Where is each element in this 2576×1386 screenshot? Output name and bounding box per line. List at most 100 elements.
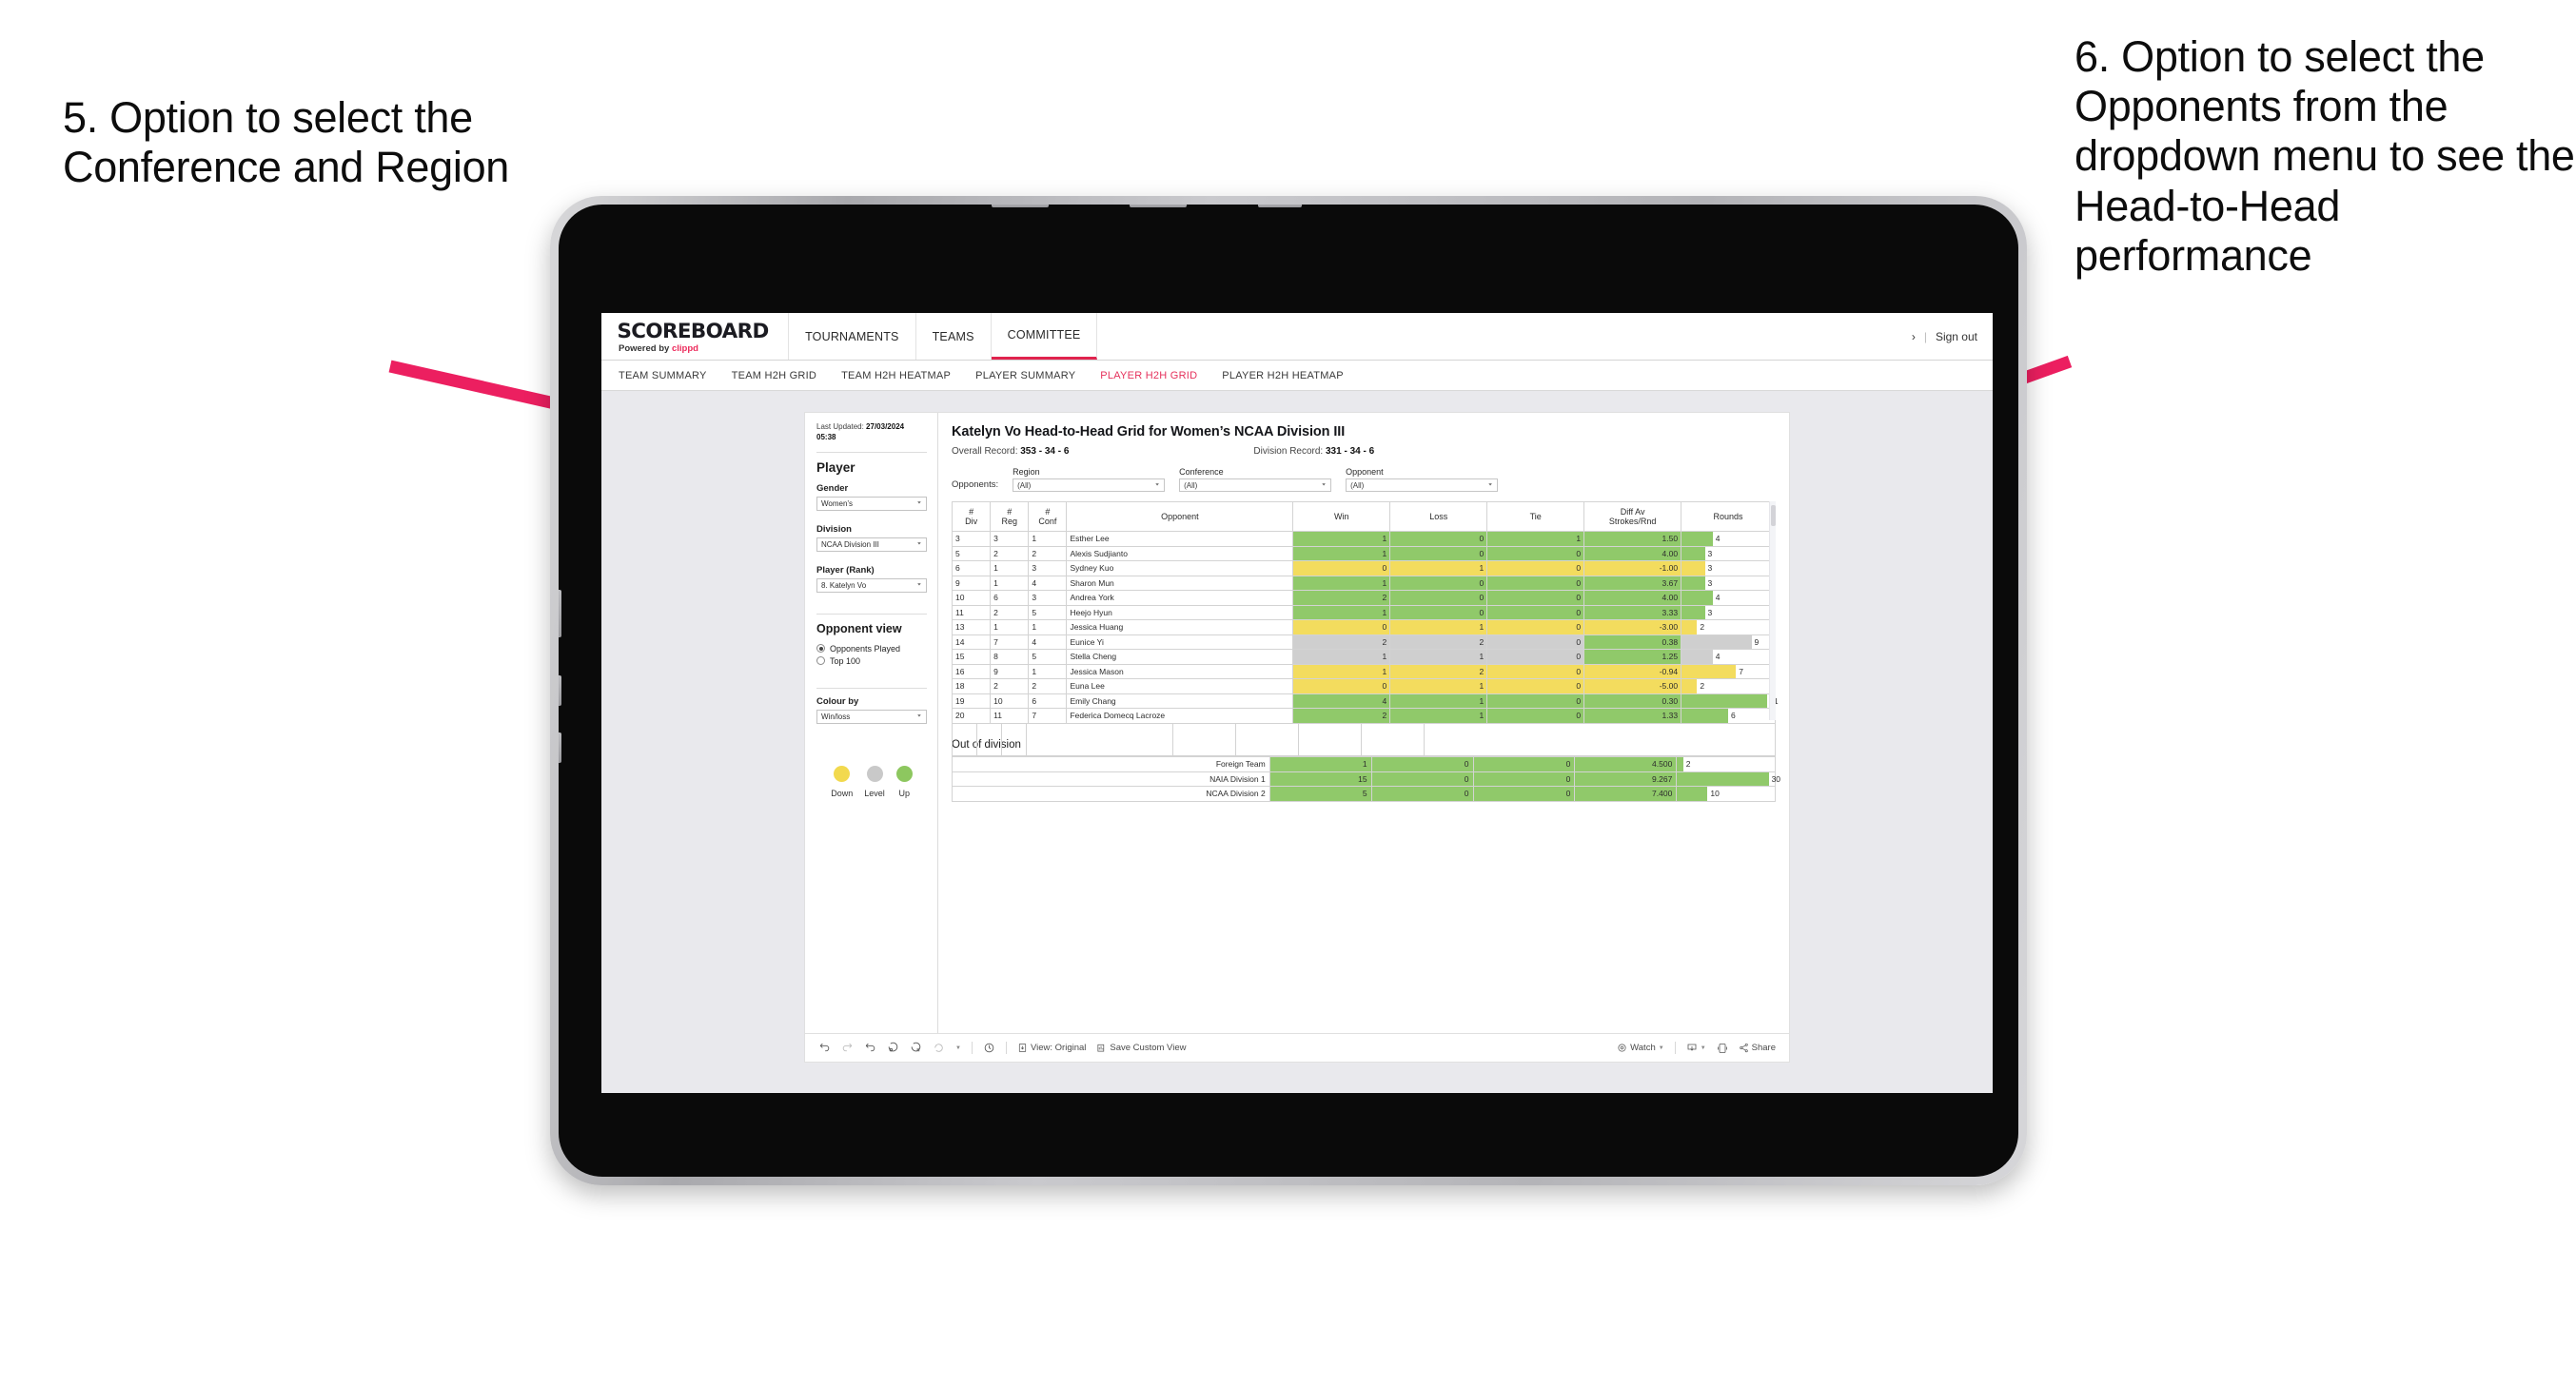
sub-navigation-bar: TEAM SUMMARY TEAM H2H GRID TEAM H2H HEAT…: [601, 361, 1993, 391]
table-row[interactable]: 18 2 2 Euna Lee 0 1 0 -5.00 2: [951, 678, 1776, 694]
subnav-item-team-h2h-grid[interactable]: TEAM H2H GRID: [732, 370, 816, 381]
cell-ood-tie: 0: [1472, 771, 1576, 787]
revert-icon[interactable]: [864, 1042, 876, 1054]
subnav-item-team-h2h-heatmap[interactable]: TEAM H2H HEATMAP: [841, 370, 951, 381]
player-rank-select[interactable]: 8. Katelyn Vo ▼: [816, 577, 927, 593]
cell-reg: 7: [990, 634, 1030, 650]
division-select[interactable]: NCAA Division III ▼: [816, 537, 927, 552]
download-icon: [1686, 1043, 1698, 1054]
colour-by-value: Win/loss: [821, 712, 851, 721]
topnav-separator: |: [1923, 329, 1927, 343]
history-icon[interactable]: [983, 1042, 995, 1054]
cell-loss: 2: [1389, 663, 1488, 679]
legend-label-down: Down: [831, 788, 854, 798]
share-button[interactable]: Share: [1739, 1043, 1776, 1053]
topnav-item-tournaments[interactable]: TOURNAMENTS: [789, 313, 916, 360]
table-row[interactable]: 10 6 3 Andrea York 2 0 0 4.00 4: [951, 590, 1776, 606]
cell-tie: 0: [1486, 678, 1585, 694]
filter-conference: Conference (All) ▼: [1179, 467, 1332, 492]
table-scrollbar-thumb[interactable]: [1771, 505, 1776, 526]
loop-icon[interactable]: [933, 1042, 945, 1054]
chevron-right-icon[interactable]: ›: [1912, 330, 1916, 343]
divider: [1005, 1042, 1007, 1054]
table-row[interactable]: 14 7 4 Eunice Yi 2 2 0 0.38 9: [951, 634, 1776, 650]
pause-icon[interactable]: [910, 1042, 922, 1054]
save-custom-view-button[interactable]: Save Custom View: [1096, 1043, 1186, 1053]
h2h-table-wrapper: # Div # Reg # Conf Opponent Win Loss Tie Di…: [951, 501, 1779, 756]
brand-subtitle: Powered by clippd: [619, 343, 767, 354]
cell-tie: 0: [1486, 693, 1585, 709]
redo-icon[interactable]: [841, 1042, 854, 1054]
rounds-value: 3: [1707, 563, 1713, 574]
view-original-button[interactable]: View: Original: [1017, 1043, 1086, 1053]
cell-opponent: Euna Lee: [1066, 678, 1294, 694]
table-row[interactable]: 3 3 1 Esther Lee 1 0 1 1.50 4: [951, 531, 1776, 547]
topnav-item-teams[interactable]: TEAMS: [916, 313, 992, 360]
col-diff: Diff Av Strokes/Rnd: [1583, 501, 1682, 532]
legend-item-level: Level: [864, 765, 885, 798]
table-scrollbar[interactable]: [1769, 501, 1776, 720]
filter-region-select[interactable]: (All) ▼: [1013, 478, 1166, 492]
rounds-value: 3: [1707, 548, 1713, 558]
table-row[interactable]: 5 2 2 Alexis Sudjianto 1 0 0 4.00 3: [951, 545, 1776, 561]
division-record-value: 331 - 34 - 6: [1326, 446, 1375, 457]
out-of-division-row[interactable]: Foreign Team 1 0 0 4.500 2: [952, 756, 1776, 772]
table-row[interactable]: 20 11 7 Federica Domecq Lacroze 2 1 0 1.33 6: [951, 708, 1776, 724]
filter-opponent-select[interactable]: (All) ▼: [1346, 478, 1499, 492]
cell-loss: 1: [1389, 619, 1488, 635]
cell-div: 18: [951, 678, 992, 694]
radio-opponents-played[interactable]: Opponents Played: [816, 644, 927, 654]
view-original-label: View: Original: [1030, 1043, 1087, 1053]
cell-conf: 7: [1028, 708, 1068, 724]
table-row[interactable]: 16 9 1 Jessica Mason 1 2 0 -0.94 7: [951, 663, 1776, 679]
cell-reg: 1: [990, 560, 1030, 576]
legend-item-up: Up: [895, 765, 913, 798]
cell-ood-tie: 0: [1472, 756, 1576, 772]
topnav-item-committee[interactable]: COMMITTEE: [991, 313, 1098, 360]
subnav-item-player-h2h-grid[interactable]: PLAYER H2H GRID: [1100, 370, 1197, 381]
cell-div: 6: [951, 560, 992, 576]
fullscreen-icon[interactable]: [1717, 1043, 1728, 1054]
table-row[interactable]: 11 2 5 Heejo Hyun 1 0 0 3.33 3: [951, 604, 1776, 620]
chevron-down-icon: ▼: [916, 583, 922, 588]
refresh-icon[interactable]: [887, 1042, 899, 1054]
download-button[interactable]: ▼: [1686, 1043, 1706, 1054]
filter-conference-label: Conference: [1179, 467, 1224, 477]
table-row[interactable]: 15 8 5 Stella Cheng 1 1 0 1.25 4: [951, 649, 1776, 665]
cell-div: 14: [951, 634, 992, 650]
sign-out-link[interactable]: Sign out: [1936, 330, 1977, 343]
table-row[interactable]: 9 1 4 Sharon Mun 1 0 0 3.67 3: [951, 575, 1776, 591]
table-row[interactable]: 13 1 1 Jessica Huang 0 1 0 -3.00 2: [951, 619, 1776, 635]
brand-logo[interactable]: SCOREBOARD Powered by clippd: [601, 313, 790, 360]
rounds-value: 4: [1715, 593, 1721, 603]
filters-row: Opponents: Region (All) ▼ Conference (Al…: [952, 467, 1776, 492]
cell-ood-rounds: 2: [1676, 756, 1776, 772]
cell-conf: 5: [1028, 604, 1068, 620]
radio-top-100[interactable]: Top 100: [816, 656, 927, 666]
cell-win: 2: [1292, 708, 1391, 724]
gender-select[interactable]: Women’s ▼: [816, 496, 927, 511]
out-of-division-row[interactable]: NCAA Division 2 5 0 0 7.400 10: [952, 786, 1776, 802]
cell-div: 3: [951, 531, 992, 547]
loop-dropdown-icon[interactable]: ▼: [955, 1045, 961, 1051]
rounds-bar: [1681, 605, 1705, 619]
rounds-bar: [1681, 532, 1713, 546]
subnav-item-player-summary[interactable]: PLAYER SUMMARY: [975, 370, 1075, 381]
table-row[interactable]: 6 1 3 Sydney Kuo 0 1 0 -1.00 3: [951, 560, 1776, 576]
filter-conference-select[interactable]: (All) ▼: [1179, 478, 1332, 492]
colour-by-select[interactable]: Win/loss ▼: [816, 709, 927, 724]
watch-button[interactable]: Watch ▼: [1617, 1043, 1664, 1053]
brand-sub-name: clippd: [671, 342, 698, 354]
table-row[interactable]: 19106Emily Chang4100.3011: [951, 693, 1779, 709]
subnav-item-team-summary[interactable]: TEAM SUMMARY: [619, 370, 707, 381]
subnav-item-player-h2h-heatmap[interactable]: PLAYER H2H HEATMAP: [1222, 370, 1344, 381]
filter-region-label: Region: [1013, 467, 1040, 477]
col-loss: Loss: [1389, 501, 1488, 532]
out-of-division-row[interactable]: NAIA Division 1 15 0 0 9.267 30: [952, 771, 1780, 787]
undo-icon[interactable]: [818, 1042, 831, 1054]
cell-reg: 11: [990, 708, 1030, 724]
cell-opponent: Jessica Mason: [1066, 663, 1294, 679]
cell-opponent: Stella Cheng: [1066, 649, 1294, 665]
cell-opponent: Alexis Sudjianto: [1066, 545, 1294, 561]
cell-ood-rounds: 10: [1676, 786, 1776, 802]
